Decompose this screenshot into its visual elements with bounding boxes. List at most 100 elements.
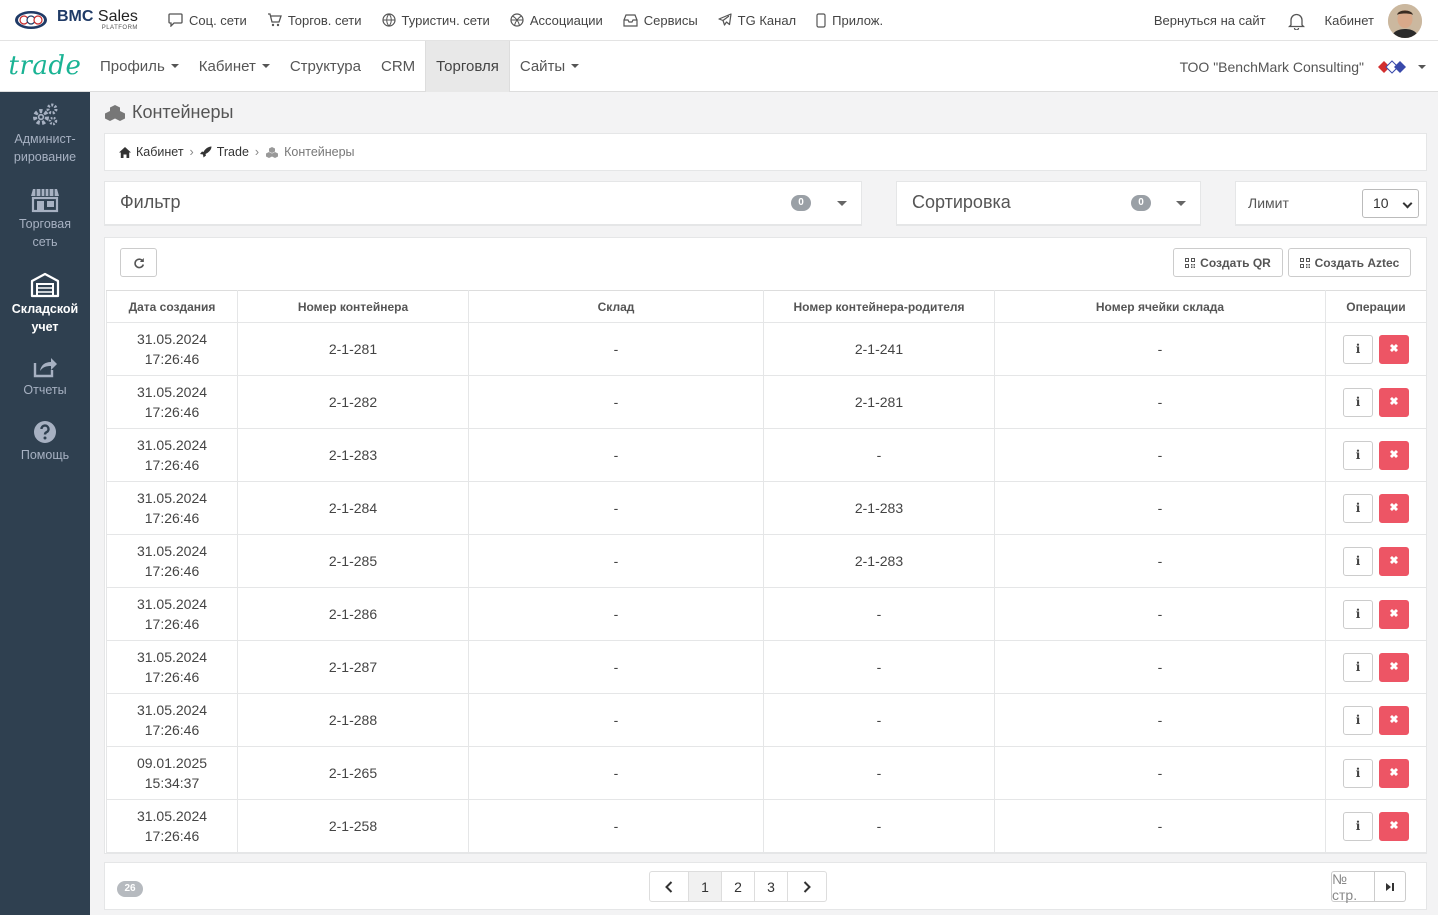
time-value: 17:26:46 [144,404,200,420]
avatar[interactable] [1388,3,1422,38]
sidebar-item-help[interactable]: Помощь [0,420,90,464]
cell-parent: - [763,746,995,800]
breadcrumb-separator: › [189,145,194,159]
toplink-associations[interactable]: Ассоциации [510,13,603,28]
create-aztec-button[interactable]: Создать Aztec [1288,248,1411,277]
page-1-button[interactable]: 1 [688,871,722,902]
toplink-apps[interactable]: Прилож. [816,13,883,28]
time-value: 17:26:46 [144,828,200,844]
cell-date: 31.05.2024 17:26:46 [106,375,238,429]
sidebar-item-label: Складской [11,302,79,316]
close-icon: ✖ [1389,661,1399,673]
sidebar-item-label: учет [31,320,59,334]
next-page-button[interactable] [787,871,827,902]
refresh-icon [133,257,144,268]
toplink-tourism[interactable]: Туристич. сети [381,13,490,28]
info-button[interactable]: i [1343,493,1373,523]
sidebar-item-retail[interactable]: Торговая сеть [0,187,90,251]
cabinet-link[interactable]: Кабинет [1325,13,1374,28]
main-navbar: trade Профиль Кабинет Структура CRM Торг… [0,40,1438,92]
info-button[interactable]: i [1343,811,1373,841]
info-icon: i [1355,819,1361,833]
cell-number: 2-1-286 [237,587,469,641]
toplink-retail[interactable]: Торгов. сети [267,13,362,28]
info-button[interactable]: i [1343,599,1373,629]
sidebar-item-administration[interactable]: Админист- рирование [0,102,90,166]
chevron-down-icon[interactable] [1176,201,1186,206]
info-button[interactable]: i [1343,758,1373,788]
info-button[interactable]: i [1343,387,1373,417]
info-icon: i [1355,501,1361,515]
page-2-button[interactable]: 2 [721,871,755,902]
toplink-social[interactable]: Соц. сети [168,13,247,28]
sort-panel[interactable]: Сортировка 0 [896,181,1201,226]
delete-button[interactable]: ✖ [1379,705,1409,735]
nav-structure[interactable]: Структура [280,41,371,92]
delete-button[interactable]: ✖ [1379,758,1409,788]
bell-icon[interactable] [1287,12,1305,30]
table-row: 31.05.2024 17:26:46 2-1-281-2-1-241- i ✖ [106,322,1427,376]
nav-cabinet[interactable]: Кабинет [189,41,280,92]
cell-operations: i ✖ [1325,322,1427,376]
nav-profile[interactable]: Профиль [90,41,189,92]
brand-logo[interactable]: BMC Sales PLATFORM [14,9,162,31]
go-to-page-button[interactable] [1375,871,1406,902]
page-title: Контейнеры [104,102,233,123]
breadcrumb-trade[interactable]: Trade [217,145,249,159]
nav-trade[interactable]: Торговля [425,40,510,92]
info-button[interactable]: i [1343,334,1373,364]
filter-panel[interactable]: Фильтр 0 [104,181,862,226]
delete-button[interactable]: ✖ [1379,493,1409,523]
delete-button[interactable]: ✖ [1379,652,1409,682]
limit-select[interactable]: 10 [1362,189,1419,218]
cell-warehouse: - [468,799,764,853]
table-row: 09.01.2025 15:34:37 2-1-265- - - i ✖ [106,746,1427,800]
toplink-telegram[interactable]: TG Канал [718,13,796,28]
delete-button[interactable]: ✖ [1379,811,1409,841]
cell-number: 2-1-284 [237,481,469,535]
toplink-services[interactable]: Сервисы [623,13,698,28]
time-value: 17:26:46 [144,669,200,685]
prev-page-button[interactable] [649,871,689,902]
sidebar-item-reports[interactable]: Отчеты [0,355,90,399]
delete-button[interactable]: ✖ [1379,546,1409,576]
page-3-button[interactable]: 3 [754,871,788,902]
delete-button[interactable]: ✖ [1379,334,1409,364]
refresh-button[interactable] [120,248,157,277]
delete-button[interactable]: ✖ [1379,440,1409,470]
cell-storage-cell: - [994,322,1326,376]
close-icon: ✖ [1389,449,1399,461]
mobile-icon [816,12,826,28]
info-button[interactable]: i [1343,652,1373,682]
delete-button[interactable]: ✖ [1379,387,1409,417]
info-button[interactable]: i [1343,546,1373,576]
cell-operations: i ✖ [1325,481,1427,535]
cell-number: 2-1-287 [237,640,469,694]
column-header-cell[interactable]: Номер ячейки склада [994,290,1326,323]
caret-down-icon[interactable] [1418,64,1426,69]
toplink-label: Прилож. [832,12,884,28]
nav-crm[interactable]: CRM [371,41,425,92]
info-button[interactable]: i [1343,440,1373,470]
column-header-number[interactable]: Номер контейнера [237,290,469,323]
chevron-down-icon[interactable] [837,201,847,206]
page-number-input[interactable]: № стр. [1331,871,1375,903]
column-header-parent[interactable]: Номер контейнера-родителя [763,290,995,323]
column-header-warehouse[interactable]: Склад [468,290,764,323]
time-value: 17:26:46 [144,563,200,579]
delete-button[interactable]: ✖ [1379,599,1409,629]
nav-sites[interactable]: Сайты [510,41,589,92]
trade-logo[interactable]: trade [0,41,90,92]
column-header-date[interactable]: Дата создания [106,290,238,323]
sidebar-item-warehouse[interactable]: Складской учет [0,272,90,336]
company-name[interactable]: ТОО "BenchMark Consulting" [1180,59,1364,75]
breadcrumb-cabinet[interactable]: Кабинет [136,145,184,159]
close-icon: ✖ [1389,714,1399,726]
create-qr-button[interactable]: Создать QR [1173,248,1283,277]
info-button[interactable]: i [1343,705,1373,735]
breadcrumb-separator: › [254,145,260,159]
cell-warehouse: - [468,746,764,800]
nav-label: Сайты [519,57,566,75]
back-to-site-link[interactable]: Вернуться на сайт [1154,13,1266,28]
company-logo-icon[interactable] [1374,55,1410,79]
